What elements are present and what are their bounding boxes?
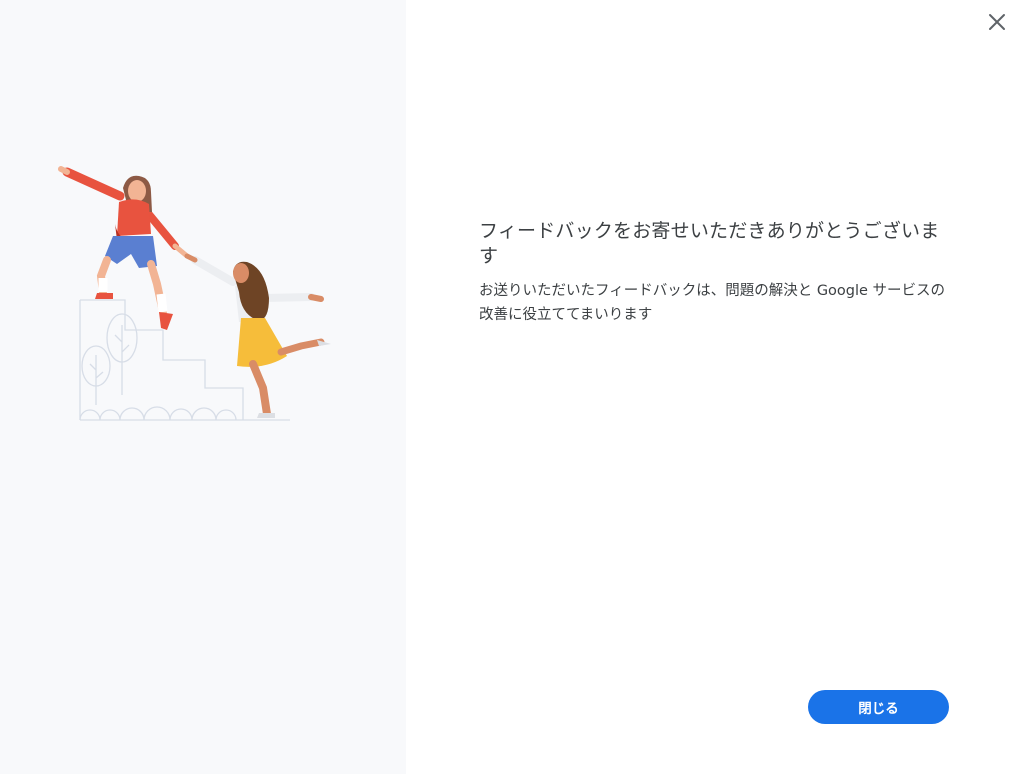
dialog-title: フィードバックをお寄せいただきありがとうございます — [479, 220, 940, 267]
people-climbing-stairs-illustration — [58, 166, 331, 421]
feedback-dialog: フィードバックをお寄せいただきありがとうございます お送りいただいたフィードバッ… — [0, 0, 1023, 774]
dialog-message: お送りいただいたフィードバックは、問題の解決と Google サービスの改善に役… — [479, 283, 946, 323]
close-button[interactable] — [981, 6, 1013, 38]
dialog-content: フィードバックをお寄せいただきありがとうございます お送りいただいたフィードバッ… — [479, 219, 949, 327]
illustration-panel — [0, 0, 406, 774]
close-action-button[interactable]: 閉じる — [808, 690, 949, 724]
close-icon — [989, 14, 1005, 30]
